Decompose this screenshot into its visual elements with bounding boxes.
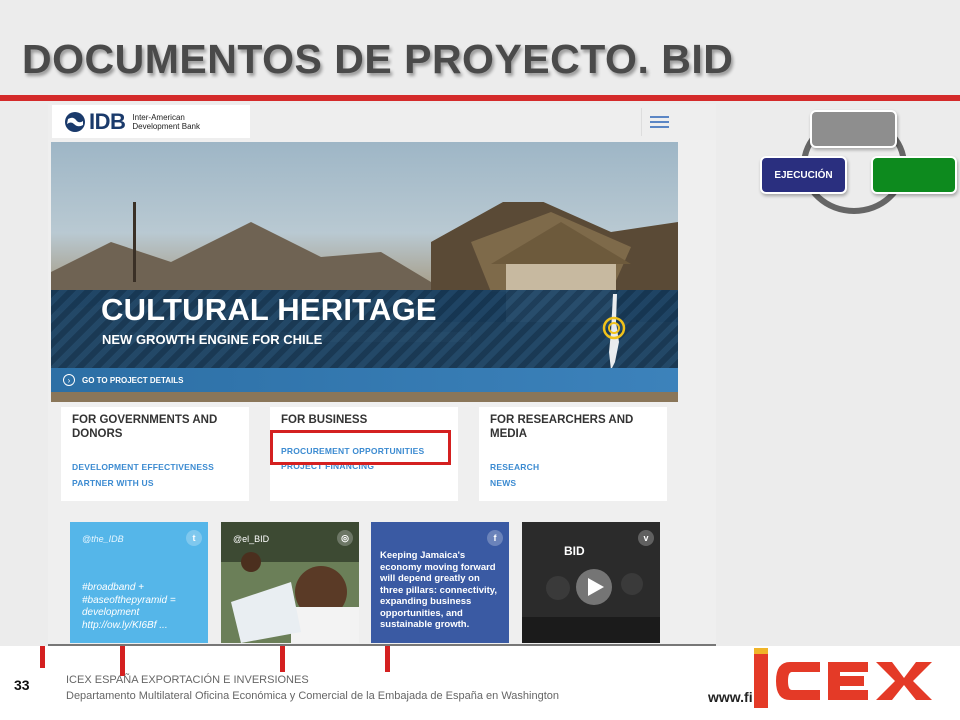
cycle-step-ejecucion: EJECUCIÓN (760, 156, 847, 194)
card-business-title: FOR BUSINESS (281, 414, 368, 426)
twitter-post-text: #broadband + #baseofthepyramid = develop… (82, 582, 176, 631)
idb-logo[interactable]: IDB Inter-American Development Bank (52, 105, 250, 138)
go-to-project-details[interactable]: › GO TO PROJECT DETAILS (51, 368, 678, 392)
link-news[interactable]: NEWS (490, 478, 516, 488)
title-underline (0, 95, 960, 101)
card-researchers-title: FOR RESEARCHERS AND MEDIA (490, 414, 634, 440)
twitter-tile[interactable]: @the_IDB t #broadband + #baseofthepyrami… (70, 522, 208, 643)
idb-logo-name-line2: Development Bank (132, 121, 200, 131)
slide-title: DOCUMENTOS DE PROYECTO. BID (22, 36, 734, 82)
twitter-handle: @the_IDB (82, 534, 124, 544)
facebook-tile[interactable]: f Keeping Jamaica's economy moving forwa… (371, 522, 509, 643)
footer-url: www.fi (708, 689, 753, 705)
footer-accent (280, 646, 285, 672)
vimeo-video-logo: BID (564, 544, 585, 558)
facebook-post-text: Keeping Jamaica's economy moving forward… (380, 550, 498, 630)
hero-banner[interactable]: CULTURAL HERITAGE NEW GROWTH ENGINE FOR … (51, 142, 678, 402)
idb-website-screenshot: IDB Inter-American Development Bank CULT… (48, 104, 716, 646)
icex-logo (754, 648, 932, 708)
link-development-effectiveness[interactable]: DEVELOPMENT EFFECTIVENESS (72, 462, 214, 472)
idb-logo-abbr: IDB (89, 108, 126, 134)
instagram-icon: ◎ (337, 530, 353, 546)
idb-header: IDB Inter-American Development Bank (48, 104, 716, 140)
footer-organization: ICEX ESPAÑA EXPORTACIÓN E INVERSIONES (66, 674, 309, 686)
instagram-handle: @el_BID (233, 534, 270, 544)
go-to-project-label: GO TO PROJECT DETAILS (82, 375, 184, 385)
highlight-box (270, 430, 451, 465)
footer-accent (40, 646, 45, 668)
twitter-icon: t (186, 530, 202, 546)
vimeo-icon: v (638, 530, 654, 546)
instagram-tile[interactable]: @el_BID ◎ (221, 522, 359, 643)
menu-icon[interactable] (641, 108, 677, 136)
vimeo-tile[interactable]: BID v (522, 522, 660, 643)
chile-map-icon (602, 294, 626, 370)
link-research[interactable]: RESEARCH (490, 462, 539, 472)
globe-icon (65, 111, 85, 132)
facebook-icon: f (487, 530, 503, 546)
card-governments-title: FOR GOVERNMENTS AND DONORS (72, 414, 218, 440)
card-researchers: FOR RESEARCHERS AND MEDIA RESEARCH NEWS (479, 407, 667, 501)
footer-accent (120, 646, 125, 676)
card-governments: FOR GOVERNMENTS AND DONORS DEVELOPMENT E… (61, 407, 249, 501)
cycle-step-right (871, 156, 957, 194)
arrow-right-icon: › (63, 374, 75, 386)
idb-logo-name: Inter-American Development Bank (132, 113, 212, 131)
page-number: 33 (14, 677, 30, 693)
hero-subtitle: NEW GROWTH ENGINE FOR CHILE (102, 332, 323, 347)
cycle-step-top (810, 110, 897, 148)
hero-title: CULTURAL HERITAGE (101, 292, 437, 327)
footer-department: Departamento Multilateral Oficina Económ… (66, 690, 560, 702)
footer-accent (385, 646, 390, 672)
link-partner-with-us[interactable]: PARTNER WITH US (72, 478, 154, 488)
idb-logo-name-line1: Inter-American (132, 112, 185, 122)
